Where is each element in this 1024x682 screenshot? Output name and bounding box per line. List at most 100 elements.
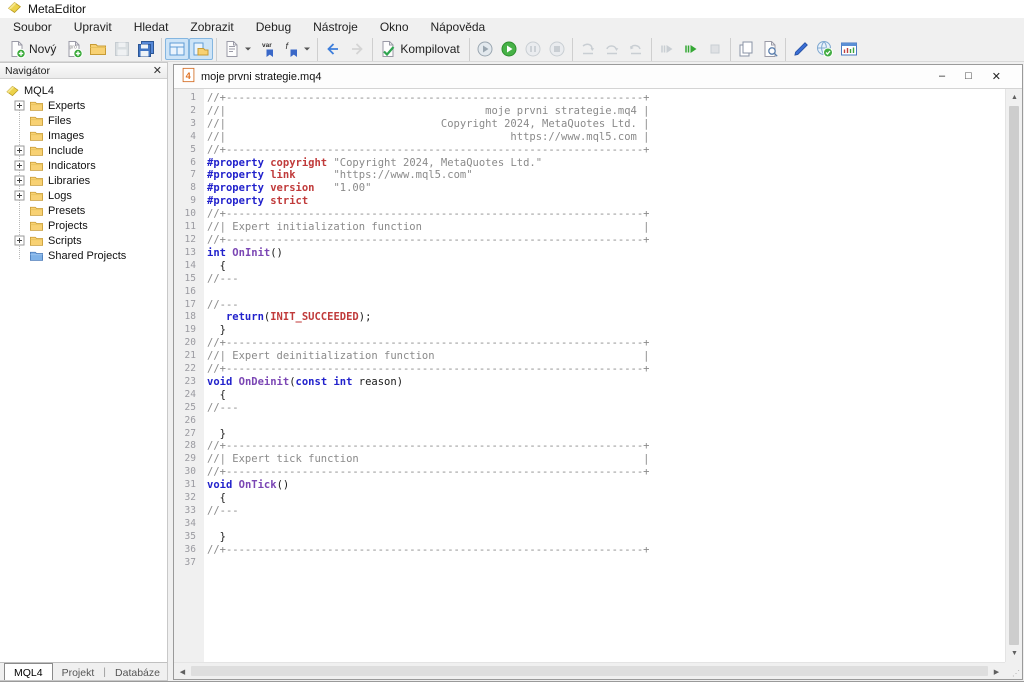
tree-item-scripts[interactable]: Scripts (0, 233, 167, 248)
tree-item-projects[interactable]: Projects (0, 218, 167, 233)
tab-mql4[interactable]: MQL4 (4, 663, 53, 680)
step-out-button[interactable] (624, 38, 648, 60)
line-number: 37 (174, 557, 200, 570)
code-text: //+-------------------------------------… (200, 92, 650, 105)
vertical-scrollbar[interactable]: ▲ ▼ (1005, 89, 1022, 662)
step-into-button[interactable] (576, 38, 600, 60)
scroll-right-icon[interactable]: ▶ (988, 663, 1005, 679)
mdi-area: 4 moje prvni strategie.mq4 – □ ✕ 1//+---… (168, 62, 1024, 681)
scroll-left-icon[interactable]: ◀ (174, 663, 191, 679)
community-button[interactable] (813, 38, 837, 60)
line-number: 16 (174, 286, 200, 299)
scroll-up-icon[interactable]: ▲ (1006, 89, 1022, 106)
horizontal-scroll-thumb[interactable] (191, 666, 988, 676)
menu-okno[interactable]: Okno (369, 19, 420, 36)
expander-icon[interactable] (14, 160, 25, 171)
debug-real-button[interactable] (473, 38, 497, 60)
debug-history-button[interactable] (497, 38, 521, 60)
toolbar-group: Kompilovat (372, 38, 468, 61)
code-text: int OnInit() (200, 247, 283, 260)
code-line: 8#property version "1.00" (174, 182, 1005, 195)
code-line: 37 (174, 557, 1005, 570)
tree-item-files[interactable]: Files (0, 113, 167, 128)
tab-databaze[interactable]: Databáze (106, 663, 169, 680)
terminal-button[interactable] (837, 38, 861, 60)
tree-item-logs[interactable]: Logs (0, 188, 167, 203)
minimize-icon[interactable]: – (939, 70, 945, 83)
line-number: 1 (174, 92, 200, 105)
tree-item-libraries[interactable]: Libraries (0, 173, 167, 188)
tree-item-indicators[interactable]: Indicators (0, 158, 167, 173)
toggle-navigator-button[interactable] (189, 38, 213, 60)
new-project-button[interactable]: pro (62, 38, 86, 60)
globe-check-icon (816, 40, 834, 58)
maximize-icon[interactable]: □ (965, 70, 972, 83)
continue-history-button[interactable] (655, 38, 679, 60)
line-number: 15 (174, 273, 200, 286)
code-text: #property link "https://www.mql5.com" (200, 169, 473, 182)
menu-napoveda[interactable]: Nápověda (420, 19, 497, 36)
new-button[interactable]: Nový (5, 38, 62, 60)
tree-item-experts[interactable]: Experts (0, 98, 167, 113)
menu-hledat[interactable]: Hledat (123, 19, 180, 36)
line-number: 10 (174, 208, 200, 221)
forward-button[interactable] (345, 38, 369, 60)
open-button[interactable] (86, 38, 110, 60)
break-button[interactable] (703, 38, 727, 60)
tree-item-presets[interactable]: Presets (0, 203, 167, 218)
expander-icon[interactable] (14, 175, 25, 186)
line-number: 22 (174, 363, 200, 376)
step-over-button[interactable] (600, 38, 624, 60)
code-text: //--- (200, 505, 239, 518)
preview-button[interactable] (758, 38, 782, 60)
dropdown-caret-icon[interactable] (244, 45, 252, 53)
code-line: 7#property link "https://www.mql5.com" (174, 169, 1005, 182)
tree-item-label: Experts (48, 100, 85, 112)
dropdown-caret-icon[interactable] (303, 45, 311, 53)
compile-button[interactable]: Kompilovat (376, 38, 465, 60)
tree-item-include[interactable]: Include (0, 143, 167, 158)
toolbar-group (572, 38, 651, 61)
code-editor[interactable]: 1//+------------------------------------… (174, 89, 1005, 662)
tab-projekt[interactable]: Projekt (53, 663, 104, 680)
code-text: { (200, 389, 226, 402)
navigator-close-icon[interactable]: ✕ (153, 66, 162, 76)
code-text: //+-------------------------------------… (200, 544, 650, 557)
menu-zobrazit[interactable]: Zobrazit (179, 19, 244, 36)
menu-soubor[interactable]: Soubor (2, 19, 63, 36)
profiler-button[interactable] (734, 38, 758, 60)
toggle-toolbox-button[interactable] (165, 38, 189, 60)
continue-button[interactable] (679, 38, 703, 60)
horizontal-scrollbar[interactable]: ◀ ▶ (174, 662, 1005, 679)
tree-item-images[interactable]: Images (0, 128, 167, 143)
document-title[interactable]: moje prvni strategie.mq4 (201, 71, 321, 83)
code-text: //+-------------------------------------… (200, 440, 650, 453)
line-number: 14 (174, 260, 200, 273)
insert-function-button[interactable]: f (279, 38, 314, 60)
expander-icon[interactable] (14, 235, 25, 246)
insert-variable-button[interactable]: var (255, 38, 279, 60)
tree-item-shared-projects[interactable]: Shared Projects (0, 248, 167, 263)
styler-button[interactable] (789, 38, 813, 60)
code-line: 11//| Expert initialization function | (174, 221, 1005, 234)
snippets-button[interactable] (220, 38, 255, 60)
menu-nastroje[interactable]: Nástroje (302, 19, 369, 36)
close-icon[interactable]: ✕ (992, 70, 1001, 83)
expander-icon[interactable] (14, 100, 25, 111)
tree-item-mql4-root[interactable]: MQL4 (0, 83, 167, 98)
expander-icon[interactable] (14, 190, 25, 201)
code-line: 33//--- (174, 505, 1005, 518)
tree-item-label: Images (48, 130, 84, 142)
pause-button[interactable] (521, 38, 545, 60)
code-text: //--- (200, 402, 239, 415)
expander-icon[interactable] (14, 145, 25, 156)
scroll-down-icon[interactable]: ▼ (1006, 645, 1022, 662)
menu-debug[interactable]: Debug (245, 19, 302, 36)
vertical-scroll-thumb[interactable] (1009, 106, 1019, 645)
save-button[interactable] (110, 38, 134, 60)
save-all-button[interactable] (134, 38, 158, 60)
menu-upravit[interactable]: Upravit (63, 19, 123, 36)
resize-grip[interactable]: ⋰ (1005, 662, 1022, 679)
back-button[interactable] (321, 38, 345, 60)
stop-button[interactable] (545, 38, 569, 60)
